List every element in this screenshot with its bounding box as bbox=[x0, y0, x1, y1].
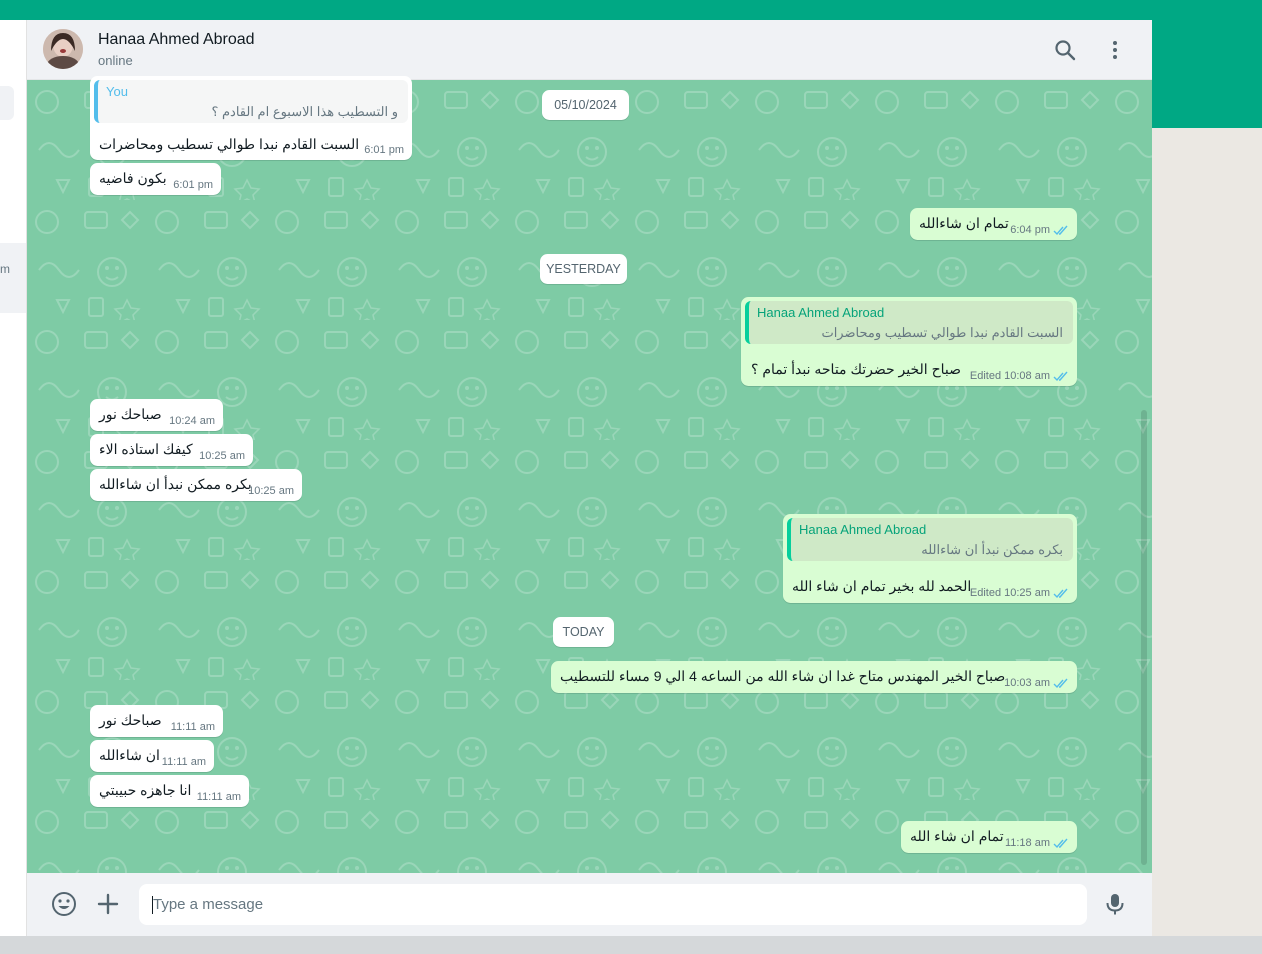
conversation-panel: Hanaa Ahmed Abroad online 05/10/2024 YES… bbox=[27, 20, 1152, 936]
message-time: 11:11 am bbox=[170, 721, 215, 733]
message-incoming[interactable]: انا جاهزه حبيبتي 11:11 am bbox=[90, 775, 249, 807]
chat-list-item-time: m bbox=[0, 262, 10, 276]
message-outgoing[interactable]: تمام ان شاءالله 6:04 pm bbox=[910, 208, 1077, 240]
app-side-band bbox=[1152, 20, 1262, 128]
message-incoming[interactable]: صباحك نور 10:24 am bbox=[90, 399, 223, 431]
message-text: تمام ان شاءالله bbox=[919, 215, 1009, 231]
message-text: الحمد لله بخير تمام ان شاء الله bbox=[792, 578, 972, 594]
search-icon[interactable] bbox=[1053, 38, 1077, 62]
mic-icon[interactable] bbox=[1101, 890, 1129, 918]
message-meta: Edited 10:25 am bbox=[970, 587, 1069, 599]
message-time: 11:11 am bbox=[196, 791, 241, 803]
message-input[interactable] bbox=[139, 884, 1087, 925]
message-incoming[interactable]: صباحك نور 11:11 am bbox=[90, 705, 223, 737]
message-time: Edited 10:25 am bbox=[969, 587, 1050, 599]
quoted-message[interactable]: Hanaa Ahmed Abroad السبت القادم نبدا طوا… bbox=[745, 301, 1073, 344]
message-incoming[interactable]: كيفك استاذه الاء 10:25 am bbox=[90, 434, 253, 466]
bottom-strip bbox=[0, 936, 1262, 954]
quoted-text: و التسطيب هذا الاسبوع ام القادم ؟ bbox=[211, 104, 398, 119]
text-caret bbox=[152, 896, 153, 914]
message-text: صباحك نور bbox=[99, 406, 162, 422]
message-meta: 10:24 am bbox=[169, 415, 215, 427]
chat-header[interactable]: Hanaa Ahmed Abroad online bbox=[27, 20, 1152, 80]
plus-icon[interactable] bbox=[94, 890, 122, 918]
message-time: 11:11 am bbox=[161, 756, 206, 768]
conversation-scrollbar[interactable] bbox=[1141, 410, 1147, 865]
message-outgoing[interactable]: Hanaa Ahmed Abroad السبت القادم نبدا طوا… bbox=[741, 297, 1077, 386]
background-panel bbox=[1152, 128, 1262, 954]
more-vertical-icon[interactable] bbox=[1103, 38, 1127, 62]
message-text: بكره ممكن نبدأ ان شاءالله bbox=[99, 476, 252, 492]
contact-avatar[interactable] bbox=[43, 29, 83, 69]
message-text: السبت القادم نبدا طوالي تسطيب ومحاضرات bbox=[99, 136, 360, 152]
message-text: بكون فاضيه bbox=[99, 170, 167, 186]
message-meta: Edited 10:08 am bbox=[970, 370, 1069, 382]
contact-status: online bbox=[98, 53, 133, 68]
message-meta: 6:01 pm bbox=[173, 179, 213, 191]
message-time: 10:25 am bbox=[248, 485, 294, 497]
message-text: تمام ان شاء الله bbox=[910, 828, 1004, 844]
message-text: صباح الخير حضرتك متاحه نبدأ تمام ؟ bbox=[751, 361, 961, 377]
chat-list-panel: m bbox=[0, 20, 27, 936]
quoted-author: Hanaa Ahmed Abroad bbox=[799, 522, 927, 537]
message-incoming[interactable]: You و التسطيب هذا الاسبوع ام القادم ؟ ال… bbox=[90, 76, 412, 160]
message-incoming[interactable]: بكون فاضيه 6:01 pm bbox=[90, 163, 221, 195]
message-time: 11:18 am bbox=[1004, 837, 1050, 849]
message-text: انا جاهزه حبيبتي bbox=[99, 782, 192, 798]
message-composer bbox=[27, 873, 1152, 936]
message-text: صباح الخير المهندس متاح غدا ان شاء الله … bbox=[560, 668, 1006, 684]
message-time: Edited 10:08 am bbox=[969, 370, 1050, 382]
message-meta: 11:11 am bbox=[162, 756, 206, 768]
message-time: 6:01 pm bbox=[364, 144, 404, 156]
message-meta: 10:03 am bbox=[1004, 677, 1069, 689]
message-incoming[interactable]: ان شاءالله 11:11 am bbox=[90, 740, 214, 772]
message-time: 10:03 am bbox=[1004, 677, 1050, 689]
quoted-author: Hanaa Ahmed Abroad bbox=[757, 305, 885, 320]
message-text: ان شاءالله bbox=[99, 747, 160, 763]
message-meta: 11:18 am bbox=[1005, 837, 1069, 849]
quoted-message[interactable]: Hanaa Ahmed Abroad بكره ممكن نبدأ ان شاء… bbox=[787, 518, 1073, 561]
read-receipt-icon bbox=[1053, 588, 1068, 598]
app-top-band bbox=[0, 0, 1262, 20]
message-meta: 10:25 am bbox=[248, 485, 294, 497]
read-receipt-icon bbox=[1053, 225, 1068, 235]
message-time: 6:01 pm bbox=[173, 179, 213, 191]
message-text: صباحك نور bbox=[99, 712, 162, 728]
date-separator: YESTERDAY bbox=[540, 254, 627, 284]
read-receipt-icon bbox=[1053, 371, 1068, 381]
message-outgoing[interactable]: تمام ان شاء الله 11:18 am bbox=[901, 821, 1077, 853]
date-separator: 05/10/2024 bbox=[542, 90, 629, 120]
date-separator: TODAY bbox=[553, 617, 614, 647]
message-meta: 11:11 am bbox=[197, 791, 241, 803]
message-time: 10:25 am bbox=[199, 450, 245, 462]
message-time: 6:04 pm bbox=[1010, 224, 1050, 236]
emoji-icon[interactable] bbox=[50, 890, 78, 918]
read-receipt-icon bbox=[1053, 678, 1068, 688]
message-outgoing[interactable]: Hanaa Ahmed Abroad بكره ممكن نبدأ ان شاء… bbox=[783, 514, 1077, 603]
read-receipt-icon bbox=[1053, 838, 1068, 848]
contact-name[interactable]: Hanaa Ahmed Abroad bbox=[98, 31, 255, 49]
message-meta: 10:25 am bbox=[199, 450, 245, 462]
message-meta: 6:04 pm bbox=[1010, 224, 1069, 236]
chat-list-search-fragment[interactable] bbox=[0, 86, 14, 120]
message-text: كيفك استاذه الاء bbox=[99, 441, 193, 457]
message-meta: 11:11 am bbox=[171, 721, 215, 733]
quoted-text: بكره ممكن نبدأ ان شاءالله bbox=[921, 542, 1063, 557]
quoted-text: السبت القادم نبدا طوالي تسطيب ومحاضرات bbox=[821, 325, 1063, 340]
chat-list-item-selected[interactable] bbox=[0, 243, 26, 313]
message-outgoing[interactable]: صباح الخير المهندس متاح غدا ان شاء الله … bbox=[551, 661, 1077, 693]
quoted-author: You bbox=[106, 84, 128, 99]
message-time: 10:24 am bbox=[169, 415, 215, 427]
message-incoming[interactable]: بكره ممكن نبدأ ان شاءالله 10:25 am bbox=[90, 469, 302, 501]
quoted-message[interactable]: You و التسطيب هذا الاسبوع ام القادم ؟ bbox=[94, 80, 408, 123]
message-meta: 6:01 pm bbox=[364, 144, 404, 156]
